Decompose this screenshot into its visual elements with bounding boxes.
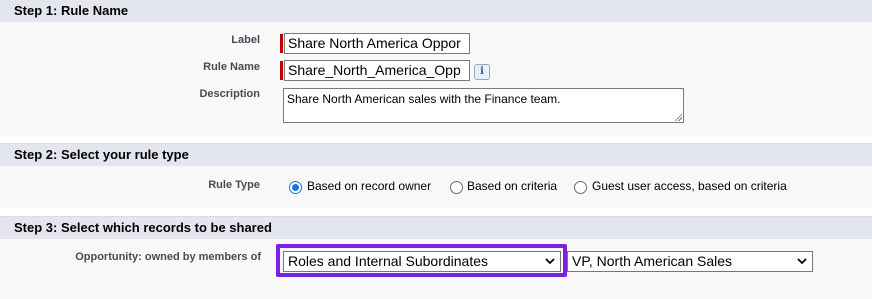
description-text: Share North American sales with the Fina… <box>287 92 561 106</box>
description-textarea[interactable]: Share North American sales with the Fina… <box>283 88 684 123</box>
radio-criteria[interactable] <box>450 181 463 194</box>
rule-name-input[interactable]: Share_North_America_Opp <box>284 60 470 81</box>
info-icon[interactable]: i <box>474 64 490 80</box>
owned-by-label: Opportunity: owned by members of <box>75 251 261 263</box>
step2-header-text: Step 2: Select your rule type <box>14 147 189 162</box>
radio-record-owner[interactable] <box>289 181 302 194</box>
label-field-label: Label <box>231 34 260 46</box>
resize-grip-icon[interactable] <box>674 113 682 121</box>
step3-header: Step 3: Select which records to be share… <box>0 216 872 239</box>
rule-name-field-label: Rule Name <box>203 61 260 73</box>
radio-record-owner-label[interactable]: Based on record owner <box>307 179 431 193</box>
description-field-label: Description <box>199 88 260 100</box>
radio-guest-user-label[interactable]: Guest user access, based on criteria <box>592 179 787 193</box>
step1-header-text: Step 1: Rule Name <box>14 3 129 18</box>
chevron-down-icon <box>797 258 807 265</box>
chevron-down-icon <box>545 258 555 265</box>
group-type-select[interactable]: Roles and Internal Subordinates <box>283 251 561 272</box>
group-value: VP, North American Sales <box>572 253 733 269</box>
required-indicator <box>280 34 283 53</box>
radio-criteria-label[interactable]: Based on criteria <box>467 179 557 193</box>
group-select[interactable]: VP, North American Sales <box>567 251 813 272</box>
radio-guest-user[interactable] <box>574 181 587 194</box>
step3-header-text: Step 3: Select which records to be share… <box>14 220 272 235</box>
group-type-value: Roles and Internal Subordinates <box>288 253 489 269</box>
required-indicator <box>280 61 283 80</box>
step1-header: Step 1: Rule Name <box>0 0 872 22</box>
rule-type-label: Rule Type <box>208 179 260 191</box>
label-input[interactable]: Share North America Oppor <box>284 33 470 54</box>
step2-header: Step 2: Select your rule type <box>0 143 872 166</box>
